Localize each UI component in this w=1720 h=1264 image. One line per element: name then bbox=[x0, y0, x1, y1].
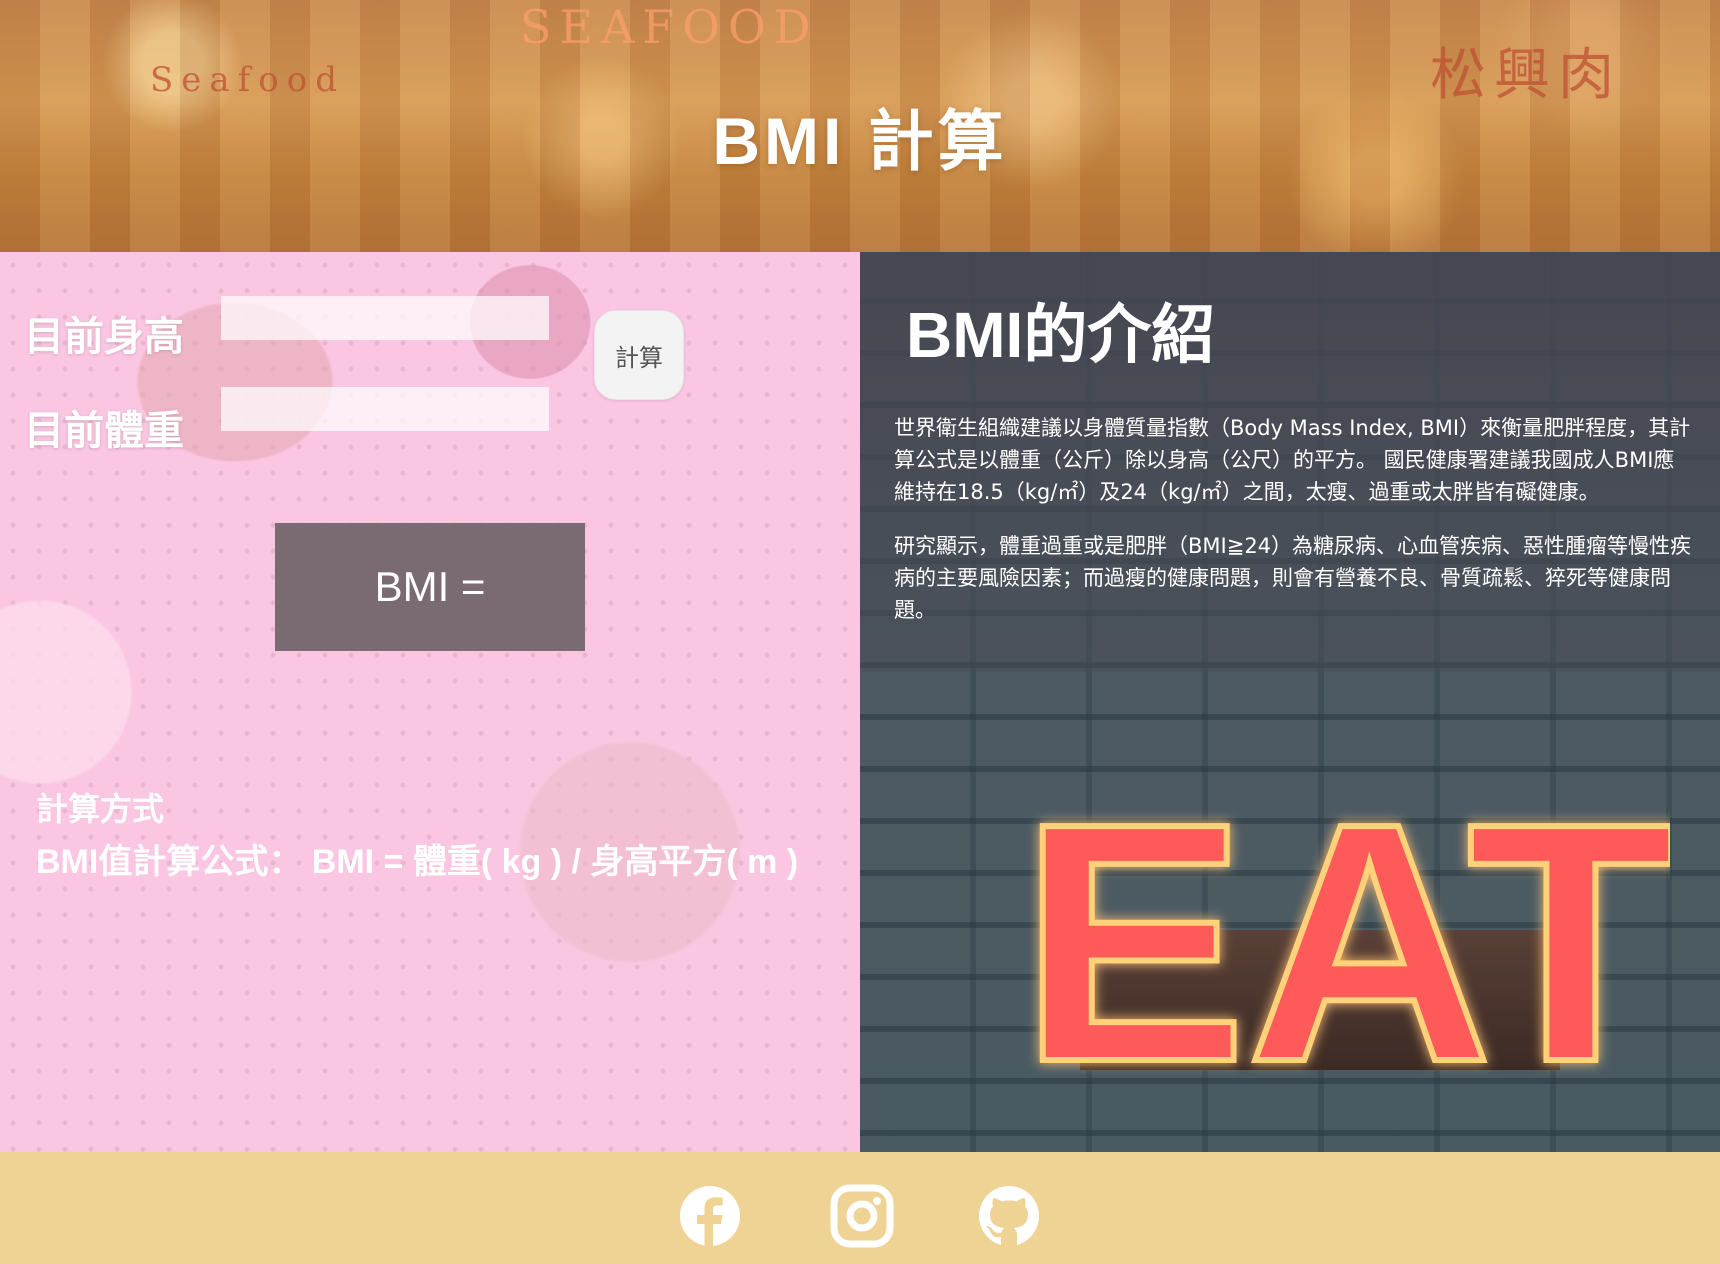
bmi-result-text: BMI = bbox=[374, 563, 486, 610]
height-label: 目前身高 bbox=[24, 315, 184, 359]
github-icon[interactable] bbox=[977, 1184, 1041, 1248]
instagram-icon[interactable] bbox=[830, 1184, 894, 1248]
info-paragraph-1: 世界衛生組織建議以身體質量指數（Body Mass Index, BMI）來衡量… bbox=[894, 416, 1691, 504]
method-title: 計算方式 bbox=[36, 791, 165, 827]
header-sign-seafood-large: SEAFOOD bbox=[520, 0, 819, 54]
info-paragraph-2: 研究顯示，體重過重或是肥胖（BMI≧24）為糖尿病、心血管疾病、惡性腫瘤等慢性疾… bbox=[894, 534, 1692, 622]
height-input[interactable] bbox=[221, 296, 549, 340]
info-heading: BMI的介紹 bbox=[906, 299, 1216, 371]
method-formula: BMI值計算公式： BMI = 體重( kg ) / 身高平方( m ) bbox=[36, 843, 799, 881]
bmi-result-box: BMI = bbox=[275, 523, 585, 651]
neon-text: EAT bbox=[1020, 760, 1670, 1100]
neon-eat-sign: EAT bbox=[1017, 760, 1670, 1100]
facebook-icon[interactable] bbox=[678, 1184, 742, 1248]
calculate-button[interactable]: 計算 bbox=[594, 310, 684, 400]
weight-input[interactable] bbox=[221, 387, 549, 431]
weight-label: 目前體重 bbox=[24, 409, 184, 453]
page-title: BMI 計算 bbox=[712, 104, 1008, 178]
